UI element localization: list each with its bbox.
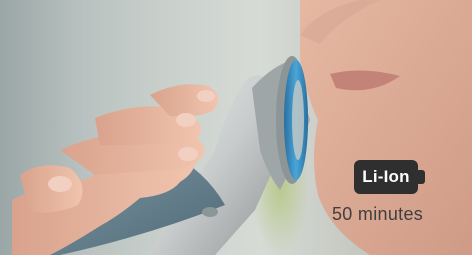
runtime-text: 50 minutes [332, 204, 424, 224]
battery-feature-callout: Li-Ion 50 minutes [328, 158, 448, 228]
battery-type-label: Li-Ion [362, 167, 410, 186]
battery-icon: Li-Ion [354, 160, 425, 194]
product-photo: Li-Ion 50 minutes [0, 0, 472, 255]
